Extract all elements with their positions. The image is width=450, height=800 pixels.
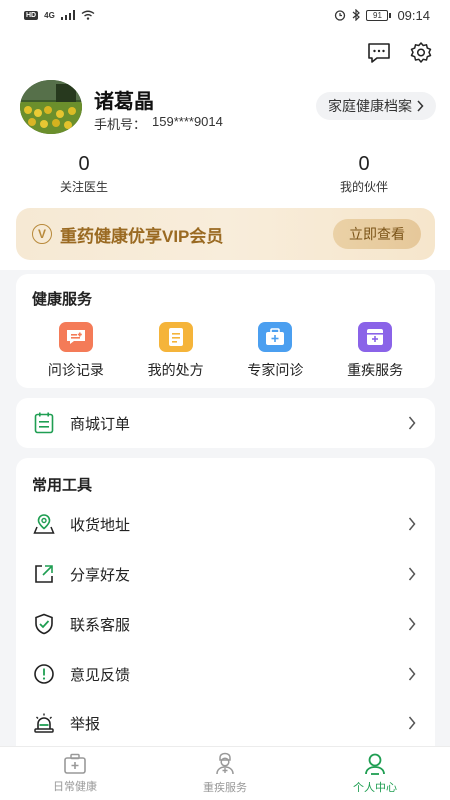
followed-doctors-label: 关注医生 xyxy=(59,180,108,194)
mall-order-card[interactable]: 商城订单 xyxy=(16,398,435,448)
chevron-right-icon xyxy=(405,517,419,531)
health-services-grid: 问诊记录 我的处方 专家问诊 重疾服务 xyxy=(16,322,435,380)
my-partners-count: 0 xyxy=(358,153,370,175)
tool-label: 举报 xyxy=(70,715,101,733)
medical-kit-icon xyxy=(64,753,86,774)
tool-label: 分享好友 xyxy=(70,566,131,584)
chevron-right-icon xyxy=(405,617,419,631)
tool-row-share[interactable]: 分享好友 xyxy=(16,550,435,598)
service-label: 重疾服务 xyxy=(347,362,404,378)
vip-badge-icon: V xyxy=(32,224,52,244)
user-name: 诸葛晶 xyxy=(94,91,154,113)
health-services-card: 健康服务 问诊记录 我的处方 专家问诊 重疾服务 xyxy=(16,274,435,388)
nav-label: 重疾服务 xyxy=(203,782,247,794)
family-health-record-button[interactable]: 家庭健康档案 xyxy=(316,92,436,120)
nav-personal-center[interactable]: 个人中心 xyxy=(300,747,450,800)
share-icon xyxy=(32,562,56,586)
order-list-icon xyxy=(32,411,56,435)
wifi-icon xyxy=(81,10,95,20)
family-health-record-label: 家庭健康档案 xyxy=(328,98,412,114)
chevron-right-icon xyxy=(417,100,424,112)
service-critical-illness[interactable]: 重疾服务 xyxy=(330,322,420,380)
avatar[interactable] xyxy=(20,80,82,134)
followed-doctors-count: 0 xyxy=(78,153,90,175)
critical-illness-icon xyxy=(358,322,393,352)
doctor-icon xyxy=(216,752,234,775)
mall-order-label: 商城订单 xyxy=(70,415,131,433)
vip-view-button[interactable]: 立即查看 xyxy=(333,219,421,249)
shield-check-icon xyxy=(32,612,56,636)
vip-title: 重药健康优享VIP会员 xyxy=(60,226,224,246)
tool-row-address[interactable]: 收货地址 xyxy=(16,500,435,548)
my-partners-label: 我的伙伴 xyxy=(339,180,388,194)
chevron-right-icon xyxy=(405,716,419,730)
signal-icon xyxy=(60,10,75,20)
hd-badge: HD xyxy=(24,10,39,20)
expert-consult-icon xyxy=(258,322,293,352)
feedback-icon xyxy=(32,662,56,686)
nav-label: 日常健康 xyxy=(53,781,97,793)
clock: 09:14 xyxy=(397,7,430,23)
phone-row: 手机号： 159****9014 xyxy=(94,114,223,133)
my-partners-stat[interactable]: 0 我的伙伴 xyxy=(294,152,434,195)
status-bar: HD 4G 91 09:14 xyxy=(0,0,450,30)
alarm-clock-icon xyxy=(335,10,346,21)
consult-record-icon xyxy=(58,322,93,352)
nav-daily-health[interactable]: 日常健康 xyxy=(0,747,150,800)
tool-row-feedback[interactable]: 意见反馈 xyxy=(16,650,435,698)
alarm-icon xyxy=(32,711,56,735)
chevron-right-icon xyxy=(405,567,419,581)
service-my-prescription[interactable]: 我的处方 xyxy=(131,322,221,380)
status-right: 91 09:14 xyxy=(334,8,430,23)
tool-row-customer-service[interactable]: 联系客服 xyxy=(16,600,435,648)
service-expert-consult[interactable]: 专家问诊 xyxy=(230,322,320,380)
chevron-right-icon xyxy=(405,667,419,681)
health-services-title: 健康服务 xyxy=(32,291,93,308)
tool-label: 收货地址 xyxy=(70,516,131,534)
phone-number: 159****9014 xyxy=(152,114,223,129)
service-label: 我的处方 xyxy=(147,362,204,378)
header-actions xyxy=(366,40,434,66)
service-label: 问诊记录 xyxy=(47,362,104,378)
tool-label: 意见反馈 xyxy=(70,666,131,684)
status-left: HD 4G xyxy=(24,10,95,20)
nav-critical-illness[interactable]: 重疾服务 xyxy=(150,747,300,800)
followed-doctors-stat[interactable]: 0 关注医生 xyxy=(14,152,154,195)
battery-icon: 91 xyxy=(366,9,392,21)
nav-label: 个人中心 xyxy=(353,782,397,794)
vip-banner[interactable]: V 重药健康优享VIP会员 立即查看 xyxy=(16,208,435,260)
gear-icon[interactable] xyxy=(408,40,434,66)
battery-level: 91 xyxy=(366,9,389,21)
person-icon xyxy=(365,753,385,775)
tool-label: 联系客服 xyxy=(70,616,131,634)
bottom-nav: 日常健康 重疾服务 个人中心 xyxy=(0,746,450,800)
tool-row-report[interactable]: 举报 xyxy=(16,699,435,747)
common-tools-title: 常用工具 xyxy=(32,477,93,494)
common-tools-card: 常用工具 收货地址 分享好友 联系客服 意见反馈 举报 xyxy=(16,458,435,758)
location-icon xyxy=(32,512,56,536)
prescription-icon xyxy=(158,322,193,352)
service-label: 专家问诊 xyxy=(247,362,304,378)
message-icon[interactable] xyxy=(366,40,392,66)
phone-label: 手机号： xyxy=(94,117,147,132)
bluetooth-icon xyxy=(353,9,361,21)
network-label: 4G xyxy=(44,10,55,20)
service-consult-record[interactable]: 问诊记录 xyxy=(31,322,121,380)
mall-order-row[interactable]: 商城订单 xyxy=(16,399,435,447)
chevron-right-icon xyxy=(405,416,419,430)
